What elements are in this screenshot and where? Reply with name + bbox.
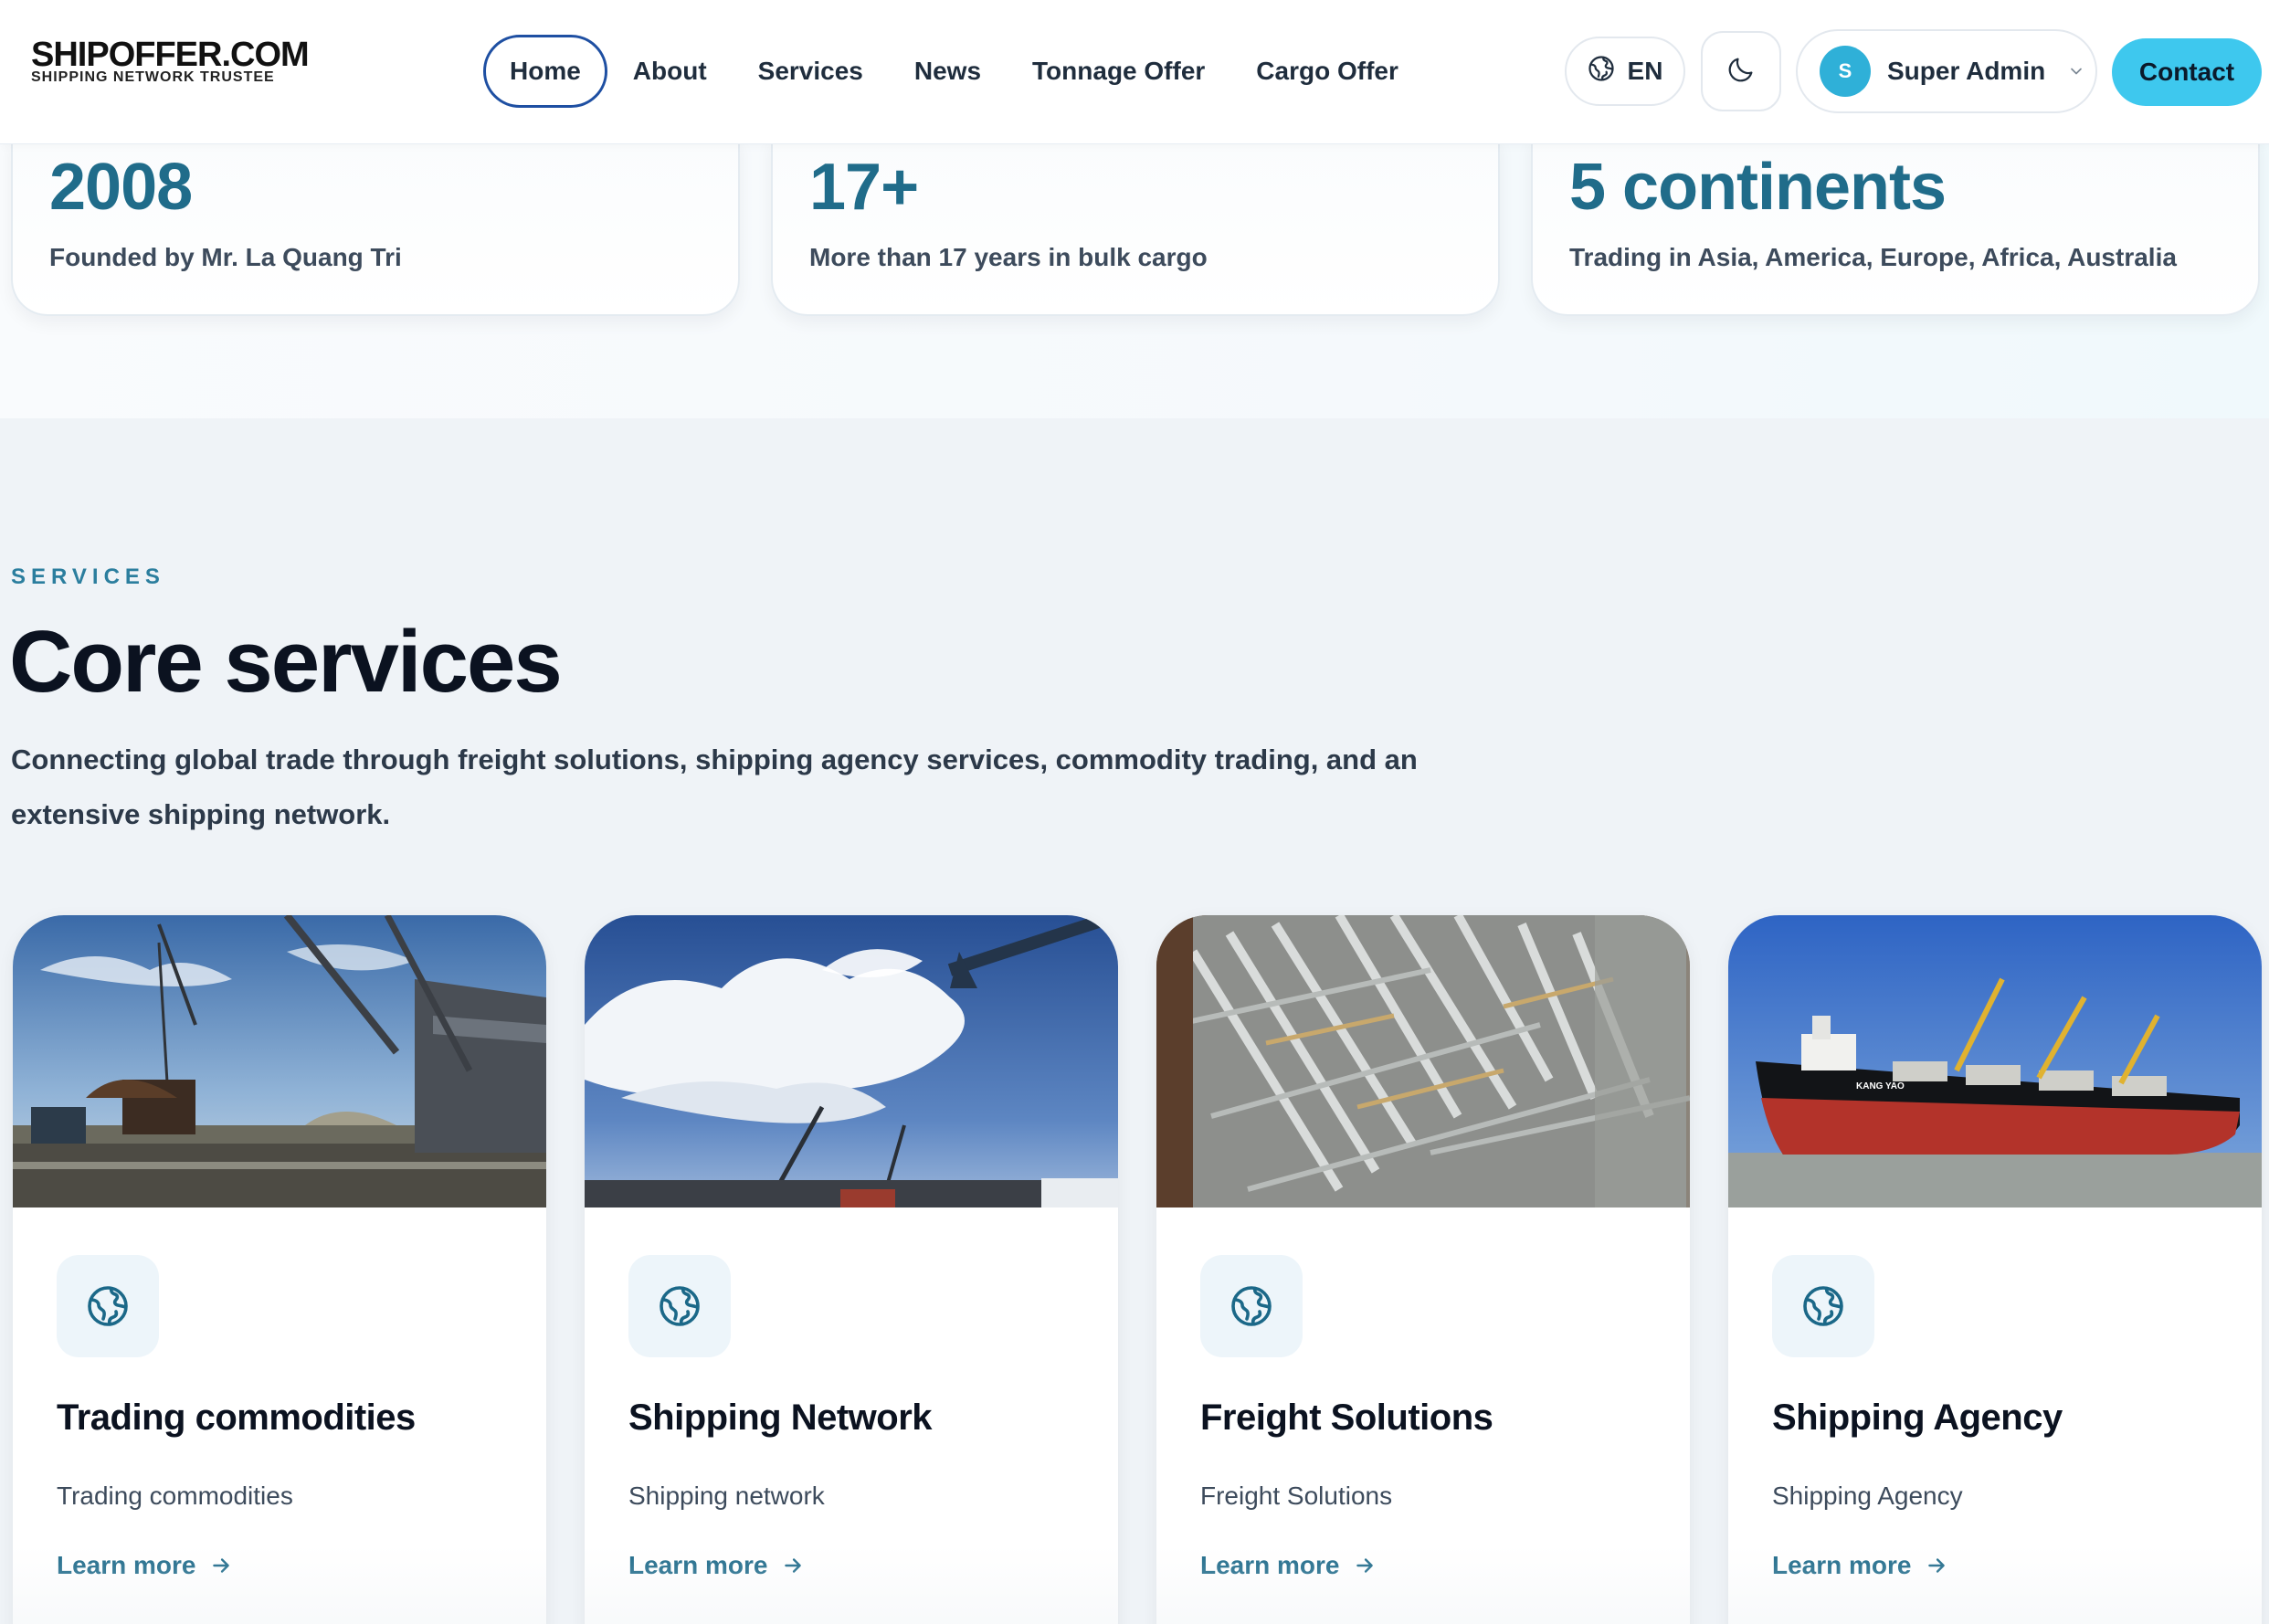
- learn-more-link[interactable]: Learn more: [57, 1551, 233, 1580]
- card-description: Trading commodities: [57, 1482, 293, 1510]
- main-nav: Home About Services News Tonnage Offer C…: [483, 35, 1424, 108]
- user-name: Super Admin: [1887, 57, 2046, 85]
- service-card-trading[interactable]: Trading commodities Trading commodities …: [13, 915, 546, 1624]
- nav-item-about[interactable]: About: [607, 35, 733, 108]
- moon-icon: [1725, 54, 1757, 90]
- learn-more-link[interactable]: Learn more: [628, 1551, 805, 1580]
- stat-label: More than 17 years in bulk cargo: [809, 243, 1208, 271]
- avatar: S: [1820, 46, 1871, 97]
- brand-name: SHIPOFFER.COM: [31, 36, 310, 74]
- chevron-down-icon: [2067, 62, 2085, 80]
- globe-icon-tile: [1200, 1255, 1303, 1357]
- card-description: Freight Solutions: [1200, 1482, 1393, 1510]
- language-label: EN: [1627, 57, 1663, 85]
- service-card-agency[interactable]: KANG YAO Shipping Agency Shipping Agency…: [1728, 915, 2262, 1624]
- learn-more-label: Learn more: [1772, 1551, 1912, 1579]
- stats-section: 2008 Founded by Mr. La Quang Tri 17+ Mor…: [0, 137, 2269, 418]
- nav-item-home[interactable]: Home: [483, 35, 607, 108]
- bulk-carrier-photo: KANG YAO: [1728, 915, 2262, 1207]
- arrow-right-icon: [784, 1558, 801, 1573]
- globe-icon: [660, 1286, 700, 1326]
- learn-more-label: Learn more: [57, 1551, 196, 1579]
- learn-more-label: Learn more: [1200, 1551, 1340, 1579]
- arrow-right-icon: [1927, 1558, 1945, 1573]
- service-card-freight[interactable]: Freight Solutions Freight Solutions Lear…: [1156, 915, 1690, 1624]
- card-description: Shipping network: [628, 1482, 825, 1510]
- contact-button[interactable]: Contact: [2112, 38, 2262, 106]
- learn-more-link[interactable]: Learn more: [1772, 1551, 1948, 1580]
- nav-item-cargo-offer[interactable]: Cargo Offer: [1230, 35, 1424, 108]
- brand-logo[interactable]: SHIPOFFER.COM SHIPPING NETWORK TRUSTEE: [31, 36, 310, 86]
- globe-icon-tile: [1772, 1255, 1874, 1357]
- language-switcher[interactable]: EN: [1565, 37, 1685, 106]
- arrow-right-icon: [1356, 1558, 1373, 1573]
- stat-card-founded: 2008 Founded by Mr. La Quang Tri: [11, 137, 740, 316]
- stat-label: Trading in Asia, America, Europe, Africa…: [1569, 243, 2177, 271]
- arrow-right-icon: [212, 1558, 229, 1573]
- steel-cargo-photo: [1156, 915, 1690, 1207]
- globe-icon-tile: [57, 1255, 159, 1357]
- section-title: Core services: [9, 613, 563, 711]
- stat-value: 5 continents: [1569, 151, 1947, 224]
- sky-crane-photo: [585, 915, 1118, 1207]
- learn-more-label: Learn more: [628, 1551, 768, 1579]
- card-title: Trading commodities: [57, 1397, 416, 1438]
- nav-item-tonnage-offer[interactable]: Tonnage Offer: [1007, 35, 1230, 108]
- stat-card-years: 17+ More than 17 years in bulk cargo: [771, 137, 1500, 316]
- theme-toggle-button[interactable]: [1701, 31, 1781, 111]
- stat-card-continents: 5 continents Trading in Asia, America, E…: [1531, 137, 2260, 316]
- globe-icon: [1803, 1286, 1843, 1326]
- card-title: Shipping Network: [628, 1397, 933, 1438]
- services-section: SERVICES Core services Connecting global…: [0, 418, 2269, 1624]
- service-card-network[interactable]: Shipping Network Shipping network Learn …: [585, 915, 1118, 1624]
- site-header: SHIPOFFER.COM SHIPPING NETWORK TRUSTEE H…: [0, 0, 2269, 144]
- user-menu-button[interactable]: S Super Admin: [1796, 29, 2097, 113]
- learn-more-link[interactable]: Learn more: [1200, 1551, 1377, 1580]
- stat-value: 2008: [49, 151, 193, 224]
- brand-tagline: SHIPPING NETWORK TRUSTEE: [31, 69, 275, 85]
- stat-value: 17+: [809, 151, 919, 224]
- card-title: Freight Solutions: [1200, 1397, 1493, 1438]
- section-description: Connecting global trade through freight …: [11, 743, 1418, 830]
- section-eyebrow: SERVICES: [11, 564, 165, 589]
- card-title: Shipping Agency: [1772, 1397, 2063, 1438]
- globe-icon: [1588, 55, 1615, 89]
- stat-label: Founded by Mr. La Quang Tri: [49, 243, 402, 271]
- nav-item-services[interactable]: Services: [733, 35, 889, 108]
- globe-icon-tile: [628, 1255, 731, 1357]
- nav-item-news[interactable]: News: [889, 35, 1007, 108]
- card-description: Shipping Agency: [1772, 1482, 1963, 1510]
- globe-icon: [88, 1286, 128, 1326]
- port-crane-photo: [13, 915, 546, 1207]
- globe-icon: [1231, 1286, 1272, 1326]
- svg-text:KANG YAO: KANG YAO: [1856, 1081, 1905, 1091]
